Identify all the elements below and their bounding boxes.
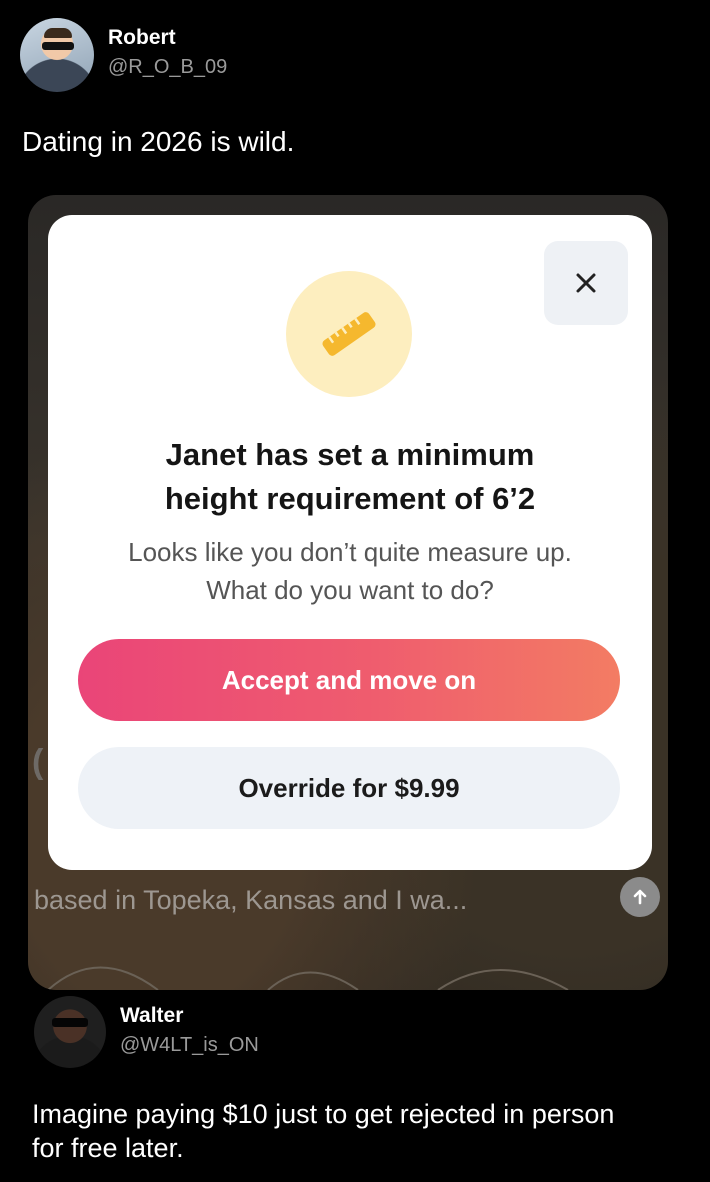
- ruler-badge: [286, 271, 412, 397]
- close-button[interactable]: [544, 241, 628, 325]
- modal-title-line: height requirement of 6’2: [164, 481, 536, 516]
- ruler-icon: [322, 312, 376, 356]
- modal-subtitle-line: What do you want to do?: [206, 575, 494, 605]
- tweet-text-line: for free later.: [32, 1132, 184, 1163]
- accept-button-label: Accept and move on: [221, 664, 477, 695]
- author-name[interactable]: Walter: [120, 1004, 183, 1028]
- expand-bio-button[interactable]: [620, 877, 660, 917]
- tweet-text: Dating in 2026 is wild.: [22, 126, 295, 157]
- arrow-up-icon: [633, 889, 647, 905]
- modal-title: Janet has set a minimum height requireme…: [48, 433, 652, 521]
- avatar[interactable]: [34, 996, 106, 1068]
- background-glyph: (: [32, 743, 44, 781]
- tweet-text: Imagine paying $10 just to get rejected …: [32, 1098, 614, 1166]
- author-handle[interactable]: @W4LT_is_ON: [120, 1034, 259, 1057]
- accept-button[interactable]: Accept and move on: [78, 639, 620, 721]
- modal-subtitle: Looks like you don’t quite measure up. W…: [48, 533, 652, 609]
- background-decor: [47, 966, 569, 990]
- tweet-text-line: Imagine paying $10 just to get rejected …: [32, 1099, 615, 1129]
- avatar[interactable]: [20, 18, 94, 92]
- modal-title-line: Janet has set a minimum: [165, 437, 535, 472]
- author-name[interactable]: Robert: [108, 26, 176, 50]
- override-button[interactable]: Override for $9.99: [78, 747, 620, 829]
- author-handle[interactable]: @R_O_B_09: [108, 56, 227, 79]
- close-icon: [576, 273, 596, 293]
- modal-subtitle-line: Looks like you don’t quite measure up.: [128, 537, 572, 567]
- bio-preview: based in Topeka, Kansas and I wa...: [34, 885, 468, 915]
- tweet-thread: Robert @R_O_B_09 Dating in 2026 is wild.…: [0, 0, 710, 1182]
- override-button-label: Override for $9.99: [238, 772, 460, 803]
- embedded-screenshot: ( Janet has set a minimum height require…: [28, 195, 668, 990]
- height-requirement-modal: Janet has set a minimum height requireme…: [48, 215, 652, 870]
